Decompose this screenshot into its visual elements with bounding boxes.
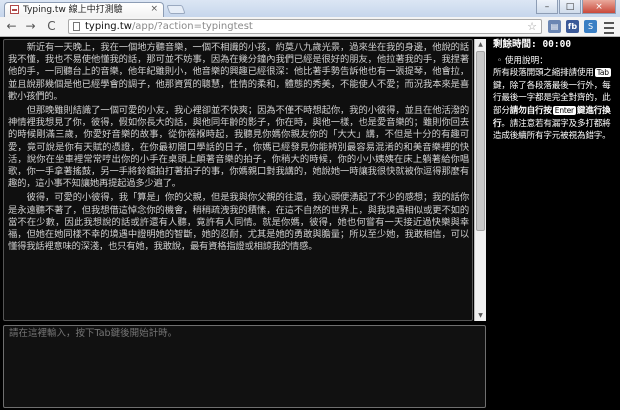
side-panel: 剩餘時間: 00:00 ◦ 使用說明： 所有段落開頭之縮排請使用 Tab鍵，除了各… [493, 39, 618, 143]
window-controls: – □ × [535, 0, 616, 15]
menu-icon[interactable] [603, 19, 615, 34]
close-window-button[interactable]: × [582, 0, 616, 14]
instruction-warning: 請勿自行按 [509, 105, 552, 116]
instructions-title: ◦ 使用說明： [497, 55, 548, 66]
instruction-part: 。請注意若有漏字及多打都將造成後續所有字元被視為錯字。 [493, 118, 611, 142]
page-icon [73, 22, 80, 31]
address-bar[interactable]: typing.tw/app/?action=typingtest ☆ [68, 19, 542, 34]
enter-key-badge: Enter [552, 105, 576, 115]
new-tab-button[interactable] [166, 5, 186, 14]
bookmark-star-icon[interactable]: ☆ [527, 20, 537, 33]
minimize-button[interactable]: – [536, 0, 558, 14]
back-button[interactable]: ← [4, 19, 19, 34]
maximize-button[interactable]: □ [559, 0, 581, 14]
url-domain: typing.tw [85, 21, 132, 32]
instructions-title-text: 使用說明： [504, 55, 548, 66]
story-paragraph: 彼得，可愛的小彼得，我「算是」你的父親，但是我與你父親的往還，我心頭便湧起了不少… [8, 192, 469, 253]
instructions-text: 所有段落開頭之縮排請使用 Tab鍵，除了各段落最後一行外，每行最後一字都是完全對齊… [493, 67, 618, 143]
url-path: /app/?action=typingtest [131, 21, 253, 32]
title-bar: Typing.tw 線上中打測驗 × – □ × [0, 0, 620, 17]
typing-input[interactable] [3, 325, 486, 408]
browser-toolbar: ← → C typing.tw/app/?action=typingtest ☆… [0, 17, 620, 37]
browser-tab[interactable]: Typing.tw 線上中打測驗 × [4, 2, 164, 17]
story-scrollbar[interactable]: ▲ ▼ [474, 39, 486, 321]
story-paragraph: 但那晚雖則結識了一個可愛的小友，我心裡卻並不快爽；因為不僅不時想起你，我的小彼得… [8, 105, 469, 190]
page-content: 新近有一天晚上，我在一個地方聽音樂，一個不相識的小孩，約莫八九歲光景，過來坐在我… [0, 37, 620, 410]
forward-button[interactable]: → [23, 19, 38, 34]
story-text-panel: 新近有一天晚上，我在一個地方聽音樂，一個不相識的小孩，約莫八九歲光景，過來坐在我… [3, 39, 473, 321]
instruction-part: 所有段落開頭之縮排請使用 [493, 68, 594, 79]
extension-icon[interactable]: ▤ [548, 20, 561, 33]
reload-button[interactable]: C [44, 19, 59, 34]
scroll-up-icon[interactable]: ▲ [475, 39, 486, 50]
facebook-extension-icon[interactable]: fb [566, 20, 579, 33]
skype-extension-icon[interactable]: S [584, 20, 597, 33]
tab-key-badge: Tab [594, 68, 611, 78]
url-text: typing.tw/app/?action=typingtest [85, 20, 253, 33]
story-paragraph: 新近有一天晚上，我在一個地方聽音樂，一個不相識的小孩，約莫八九歲光景，過來坐在我… [8, 42, 469, 102]
favicon-icon [10, 5, 19, 14]
scroll-thumb[interactable] [476, 51, 485, 231]
time-remaining: 剩餘時間: 00:00 [493, 39, 572, 50]
tab-close-icon[interactable]: × [150, 3, 158, 15]
scroll-down-icon[interactable]: ▼ [475, 310, 486, 321]
tab-title: Typing.tw 線上中打測驗 [23, 5, 123, 15]
